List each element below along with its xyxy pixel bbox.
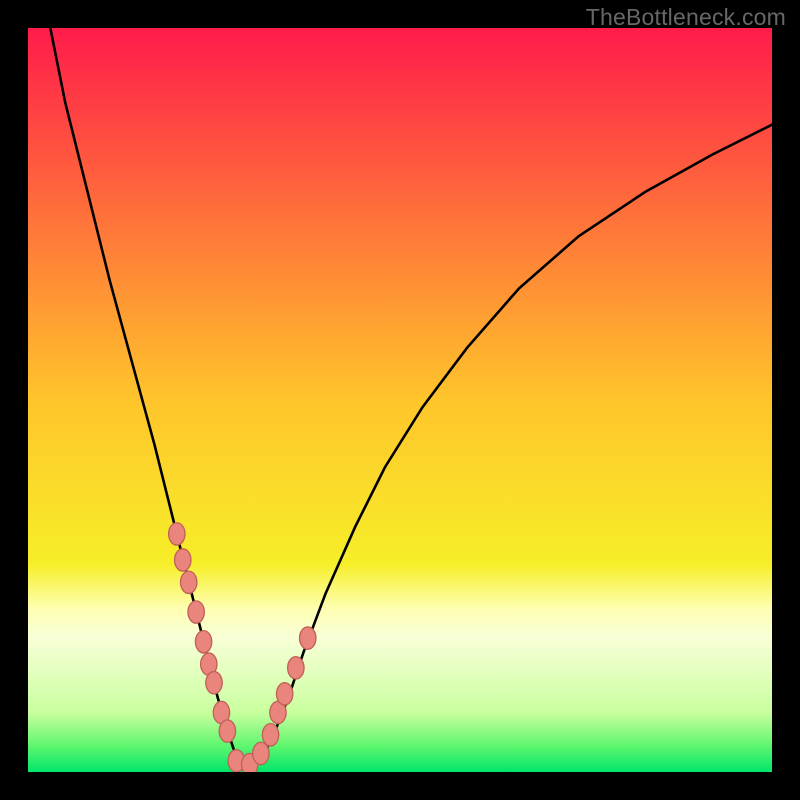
watermark-text: TheBottleneck.com (586, 4, 786, 31)
highlighted-point (288, 657, 304, 679)
highlighted-point (262, 724, 278, 746)
gradient-background (28, 28, 772, 772)
plot-area (28, 28, 772, 772)
highlighted-point (206, 672, 222, 694)
chart-frame: TheBottleneck.com (0, 0, 800, 800)
highlighted-point (181, 571, 197, 593)
highlighted-point (300, 627, 316, 649)
highlighted-point (175, 549, 191, 571)
highlighted-point (195, 631, 211, 653)
highlighted-point (219, 720, 235, 742)
highlighted-point (276, 683, 292, 705)
chart-canvas (28, 28, 772, 772)
highlighted-point (169, 523, 185, 545)
highlighted-point (188, 601, 204, 623)
highlighted-point (253, 742, 269, 764)
